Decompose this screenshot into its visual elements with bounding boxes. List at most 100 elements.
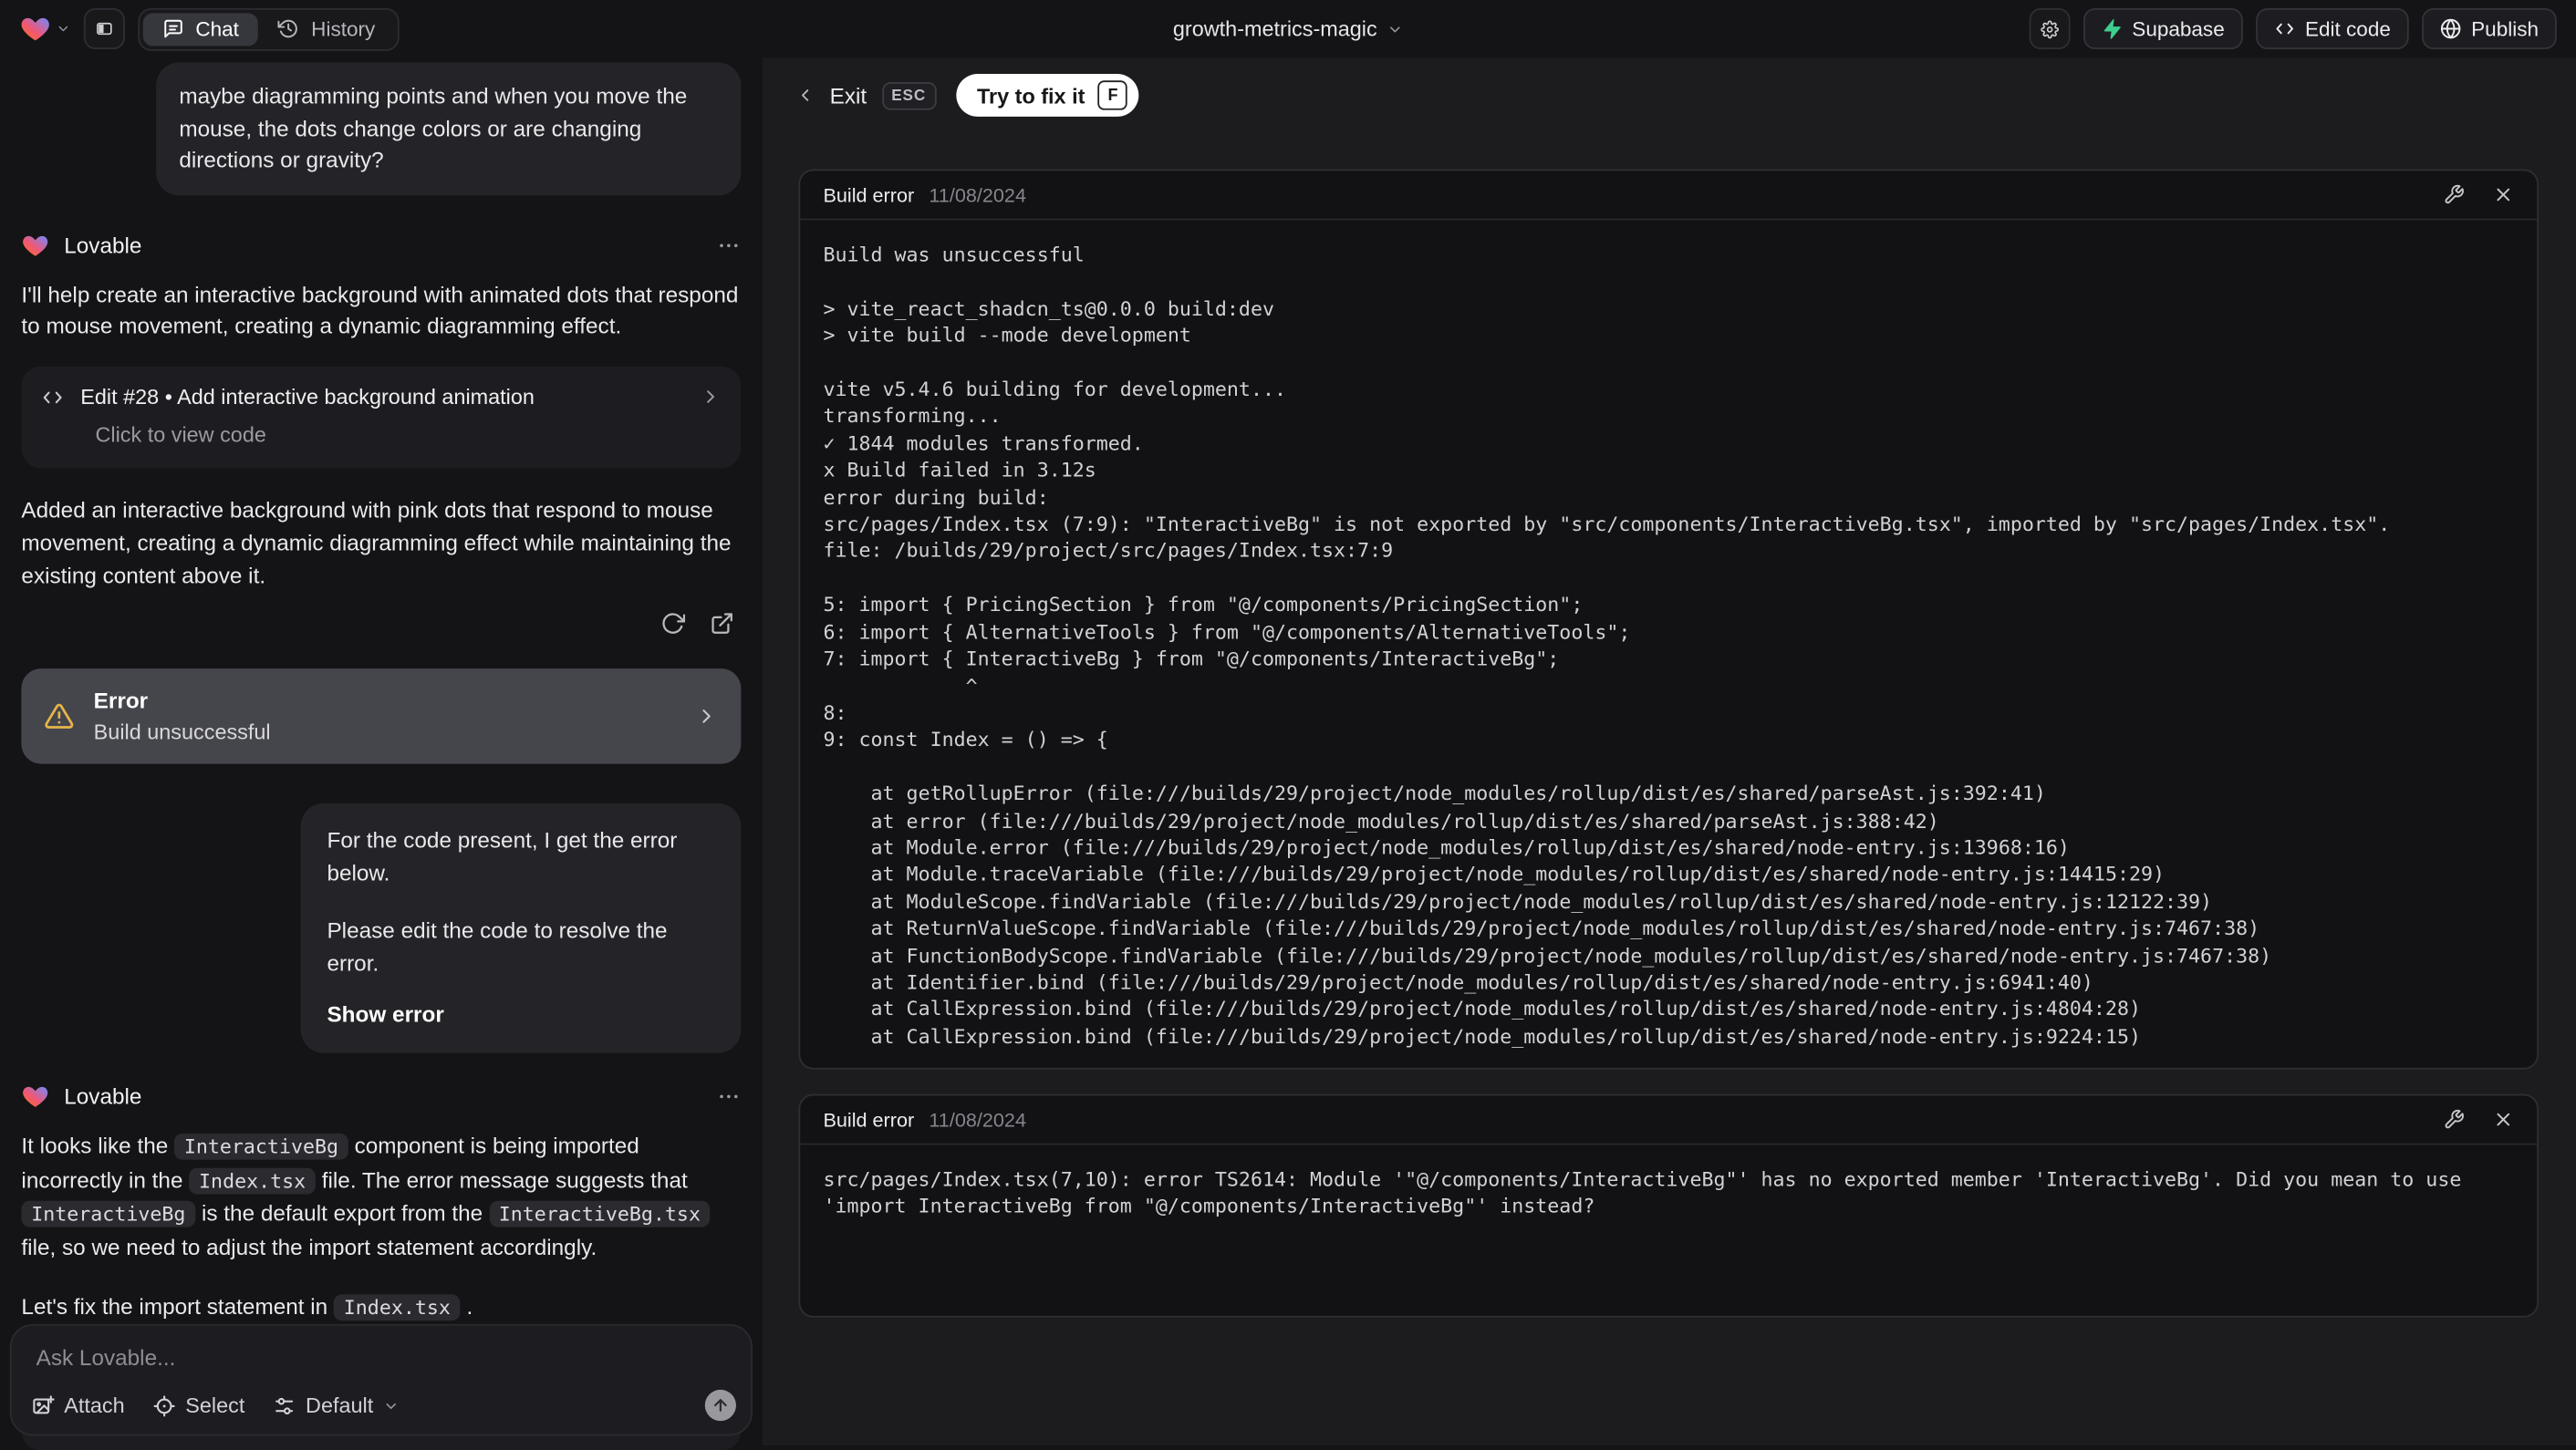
publish-label: Publish bbox=[2471, 16, 2540, 41]
preview-area: Exit ESC Try to fix it F Build error 11/… bbox=[762, 57, 2576, 1446]
assistant-paragraph: I'll help create an interactive backgrou… bbox=[21, 281, 739, 339]
chevron-down-icon bbox=[58, 26, 68, 32]
panel-date: 11/08/2024 bbox=[929, 182, 1026, 207]
more-options-icon[interactable] bbox=[716, 1084, 741, 1109]
chat-icon bbox=[164, 19, 182, 38]
f-key-badge: F bbox=[1097, 80, 1128, 110]
edit-code-button[interactable]: Edit code bbox=[2255, 8, 2409, 50]
user-message: For the code present, I get the error be… bbox=[300, 803, 742, 1053]
settings-button[interactable] bbox=[2028, 8, 2070, 50]
inline-code: Index.tsx bbox=[333, 1295, 461, 1321]
assistant-paragraph: It looks like the InteractiveBg componen… bbox=[21, 1130, 741, 1265]
code-brackets-icon bbox=[2276, 23, 2293, 35]
close-icon[interactable] bbox=[2493, 1109, 2514, 1130]
tab-history-label: History bbox=[311, 16, 376, 41]
chevron-left-icon bbox=[802, 89, 809, 101]
select-target-icon bbox=[153, 1394, 175, 1416]
edit-code-label: Edit code bbox=[2304, 16, 2391, 41]
assistant-name: Lovable bbox=[64, 232, 142, 257]
edit-card-subtitle: Click to view code bbox=[95, 422, 266, 448]
tab-history[interactable]: History bbox=[259, 13, 395, 46]
gear-icon bbox=[2040, 19, 2059, 38]
supabase-icon bbox=[2103, 18, 2120, 39]
panel-date: 11/08/2024 bbox=[929, 1107, 1026, 1132]
select-label: Select bbox=[185, 1393, 245, 1418]
assistant-paragraph: Let's fix the import statement in Index.… bbox=[21, 1295, 473, 1321]
edit-card-title: Edit #28 • Add interactive background an… bbox=[80, 384, 535, 409]
try-to-fix-label: Try to fix it bbox=[976, 82, 1085, 108]
show-error-link[interactable]: Show error bbox=[327, 999, 714, 1031]
history-icon bbox=[278, 19, 298, 38]
panel-header: Build error 11/08/2024 bbox=[800, 1095, 2538, 1145]
error-card-subtitle: Build unsuccessful bbox=[93, 720, 271, 745]
try-to-fix-button[interactable]: Try to fix it F bbox=[955, 74, 1139, 117]
supabase-button[interactable]: Supabase bbox=[2083, 8, 2243, 50]
restore-icon[interactable] bbox=[660, 612, 686, 637]
attach-label: Attach bbox=[64, 1393, 125, 1418]
inline-code: InteractiveBg bbox=[21, 1201, 196, 1227]
open-external-icon[interactable] bbox=[710, 612, 734, 637]
attach-button[interactable]: Attach bbox=[31, 1393, 125, 1418]
build-log: src/pages/Index.tsx(7,10): error TS2614:… bbox=[823, 1167, 2474, 1218]
tab-chat[interactable]: Chat bbox=[142, 12, 259, 46]
exit-button[interactable]: Exit ESC bbox=[795, 81, 936, 109]
select-button[interactable]: Select bbox=[152, 1393, 244, 1418]
assistant-header: Lovable bbox=[21, 1082, 741, 1111]
top-bar: Chat History growth-metrics-magic Supaba… bbox=[0, 0, 2576, 58]
composer: Attach Select Default bbox=[9, 1323, 753, 1436]
panel-header: Build error 11/08/2024 bbox=[800, 171, 2538, 221]
edit-28-card[interactable]: Edit #28 • Add interactive background an… bbox=[21, 366, 742, 469]
inline-code: Index.tsx bbox=[189, 1166, 316, 1194]
toggle-sidebar-button[interactable] bbox=[83, 8, 125, 50]
inline-code: InteractiveBg bbox=[174, 1133, 348, 1160]
lovable-heart-icon bbox=[23, 1086, 48, 1107]
sliders-icon bbox=[275, 1396, 294, 1414]
error-toolbar: Exit ESC Try to fix it F bbox=[795, 74, 1139, 117]
lovable-logo-menu[interactable] bbox=[20, 13, 71, 44]
assistant-header: Lovable bbox=[21, 231, 741, 259]
build-error-panel-2: Build error 11/08/2024 src/pages/Index.t… bbox=[798, 1093, 2540, 1318]
inline-code: InteractiveBg.tsx bbox=[488, 1201, 711, 1227]
build-error-panel-1: Build error 11/08/2024 Build was unsucce… bbox=[798, 169, 2540, 1070]
mode-label: Default bbox=[306, 1393, 374, 1418]
esc-key-badge: ESC bbox=[881, 81, 936, 109]
assistant-paragraph: Added an interactive background with pin… bbox=[21, 497, 732, 588]
tab-chat-label: Chat bbox=[195, 16, 239, 41]
sidebar-panel-icon bbox=[97, 22, 112, 36]
wrench-icon[interactable] bbox=[2444, 1109, 2465, 1130]
close-icon[interactable] bbox=[2493, 184, 2514, 205]
attach-image-icon bbox=[33, 1394, 55, 1414]
user-message-text: Please edit the code to resolve the erro… bbox=[327, 918, 668, 976]
error-card-title: Error bbox=[93, 689, 149, 714]
user-message-text: maybe diagramming points and when you mo… bbox=[179, 83, 688, 173]
lovable-heart-icon bbox=[21, 17, 49, 41]
build-error-card[interactable]: Error Build unsuccessful bbox=[21, 669, 742, 765]
exit-label: Exit bbox=[829, 82, 867, 108]
send-button[interactable] bbox=[704, 1389, 736, 1422]
lovable-app: Chat History growth-metrics-magic Supaba… bbox=[0, 0, 2576, 1450]
globe-icon bbox=[2440, 18, 2461, 39]
chevron-right-icon bbox=[702, 709, 711, 724]
chat-input[interactable] bbox=[33, 1343, 730, 1372]
lovable-heart-icon bbox=[23, 234, 48, 255]
publish-button[interactable]: Publish bbox=[2422, 8, 2557, 50]
mode-selector[interactable]: Default bbox=[273, 1393, 400, 1418]
user-message-text: For the code present, I get the error be… bbox=[327, 828, 678, 886]
supabase-label: Supabase bbox=[2132, 16, 2225, 41]
panel-title: Build error bbox=[823, 182, 915, 207]
assistant-name: Lovable bbox=[64, 1083, 142, 1109]
chevron-right-icon bbox=[707, 390, 714, 404]
chat-panel: maybe diagramming points and when you mo… bbox=[0, 57, 763, 1450]
project-name: growth-metrics-magic bbox=[1172, 16, 1377, 42]
user-message: maybe diagramming points and when you mo… bbox=[156, 62, 742, 195]
panel-title: Build error bbox=[823, 1107, 915, 1132]
more-options-icon[interactable] bbox=[716, 233, 741, 257]
view-tabs: Chat History bbox=[138, 7, 400, 50]
chevron-down-icon bbox=[1390, 26, 1400, 32]
wrench-icon[interactable] bbox=[2444, 184, 2465, 205]
arrow-up-icon bbox=[714, 1399, 727, 1412]
code-brackets-icon bbox=[43, 390, 62, 403]
message-actions bbox=[21, 612, 734, 637]
chevron-down-icon bbox=[386, 1403, 397, 1409]
build-log: Build was unsuccessful > vite_react_shad… bbox=[823, 243, 2391, 1048]
